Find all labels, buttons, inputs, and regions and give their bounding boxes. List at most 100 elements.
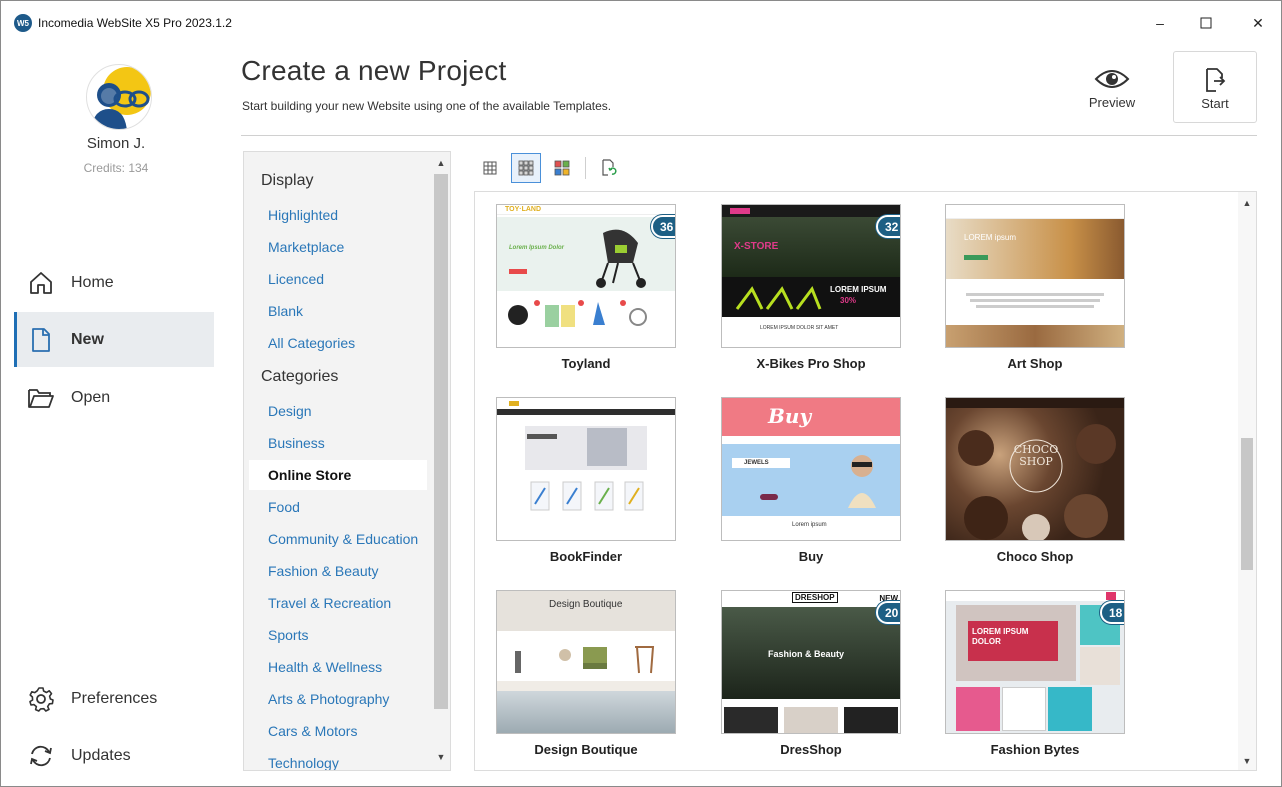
template-card-art-shop[interactable]: LOREM ipsum Art Shop bbox=[945, 204, 1125, 371]
category-panel: Display Highlighted Marketplace Licenced… bbox=[243, 151, 451, 771]
nav-updates-label: Updates bbox=[71, 746, 131, 764]
template-name: Design Boutique bbox=[534, 742, 638, 757]
nav-updates[interactable]: Updates bbox=[14, 728, 214, 783]
credits-badge: 36 Cr bbox=[650, 215, 675, 238]
title-bar: W5 Incomedia WebSite X5 Pro 2023.1.2 – ✕ bbox=[1, 1, 1281, 45]
template-name: Choco Shop bbox=[996, 549, 1074, 564]
close-button[interactable]: ✕ bbox=[1248, 13, 1268, 33]
template-thumbnail: LOREM IPSUM DOLOR 18 Cr bbox=[945, 590, 1125, 734]
category-item-design[interactable]: Design bbox=[249, 396, 427, 426]
start-label: Start bbox=[1201, 96, 1229, 111]
grid-scroll-up-icon[interactable]: ▲ bbox=[1241, 196, 1253, 210]
category-scroll-thumb[interactable] bbox=[434, 174, 448, 709]
preview-button[interactable]: Preview bbox=[1070, 51, 1154, 123]
category-item-online-store[interactable]: Online Store bbox=[249, 460, 427, 490]
category-item-travel-recreation[interactable]: Travel & Recreation bbox=[249, 588, 427, 618]
category-item-fashion-beauty[interactable]: Fashion & Beauty bbox=[249, 556, 427, 586]
template-name: DresShop bbox=[780, 742, 842, 757]
nav-preferences-label: Preferences bbox=[71, 689, 158, 707]
category-item-health-wellness[interactable]: Health & Wellness bbox=[249, 652, 427, 682]
category-item-cars-motors[interactable]: Cars & Motors bbox=[249, 716, 427, 746]
template-card-choco-shop[interactable]: CHOCO SHOP Choco Shop bbox=[945, 397, 1125, 564]
category-item-arts-photography[interactable]: Arts & Photography bbox=[249, 684, 427, 714]
template-card-fashion-bytes[interactable]: LOREM IPSUM DOLOR 18 Cr Fashion Bytes bbox=[945, 590, 1125, 757]
template-card-dresshop[interactable]: DRESHOP NEW Fashion & Beauty 20 Cr DresS… bbox=[721, 590, 901, 757]
template-name: X-Bikes Pro Shop bbox=[756, 356, 866, 371]
grid-scroll-down-icon[interactable]: ▼ bbox=[1241, 754, 1253, 768]
toy-products-image-icon bbox=[508, 300, 647, 327]
chocolates-image-icon bbox=[958, 424, 1116, 540]
scroll-up-icon[interactable]: ▲ bbox=[434, 156, 448, 170]
buy-footer-text: Lorem ipsum bbox=[792, 522, 827, 528]
buy-logo-text: Buy bbox=[768, 404, 812, 428]
buy-label-text: JEWELS bbox=[744, 460, 769, 466]
template-thumbnail: CHOCO SHOP bbox=[945, 397, 1125, 541]
category-item-highlighted[interactable]: Highlighted bbox=[249, 200, 427, 230]
category-item-blank[interactable]: Blank bbox=[249, 296, 427, 326]
template-card-toyland[interactable]: TOY·LAND Lorem Ipsum Dolor 36 Cr Toyland bbox=[496, 204, 676, 371]
template-thumbnail: X-STORE LOREM IPSUM 30% LOREM IPSUM DOLO… bbox=[721, 204, 901, 348]
nav-preferences[interactable]: Preferences bbox=[14, 671, 214, 726]
template-thumbnail bbox=[496, 397, 676, 541]
category-item-licenced[interactable]: Licenced bbox=[249, 264, 427, 294]
template-card-bookfinder[interactable]: BookFinder bbox=[496, 397, 676, 564]
fb-title-text: LOREM IPSUM DOLOR bbox=[972, 627, 1029, 646]
refresh-templates-button[interactable] bbox=[594, 153, 624, 183]
large-grid-view-button[interactable] bbox=[547, 153, 577, 183]
page-subtitle: Start building your new Website using on… bbox=[242, 99, 612, 113]
new-file-icon bbox=[26, 325, 56, 355]
start-button[interactable]: Start bbox=[1173, 51, 1257, 123]
credits-badge: 32 Cr bbox=[875, 215, 900, 238]
dres-logo-text: DRESHOP bbox=[792, 592, 838, 603]
template-card-design-boutique[interactable]: Design Boutique Design Boutique bbox=[496, 590, 676, 757]
category-item-marketplace[interactable]: Marketplace bbox=[249, 232, 427, 262]
small-grid-view-button[interactable] bbox=[475, 153, 505, 183]
template-grid-scrollbar[interactable]: ▲ ▼ bbox=[1238, 192, 1256, 770]
xbikes-hero-text: X-STORE bbox=[734, 241, 779, 252]
template-card-x-bikes-pro-shop[interactable]: X-STORE LOREM IPSUM 30% LOREM IPSUM DOLO… bbox=[721, 204, 901, 371]
nav-home[interactable]: Home bbox=[14, 255, 214, 310]
category-item-technology[interactable]: Technology bbox=[249, 748, 427, 770]
category-item-community-education[interactable]: Community & Education bbox=[249, 524, 427, 554]
eye-icon bbox=[1094, 63, 1130, 95]
minimize-button[interactable]: – bbox=[1150, 13, 1170, 33]
artshop-hero-text: LOREM ipsum bbox=[964, 233, 1017, 242]
template-thumbnail: LOREM ipsum bbox=[945, 204, 1125, 348]
view-toolbar bbox=[475, 151, 630, 185]
category-item-all-categories[interactable]: All Categories bbox=[249, 328, 427, 358]
template-thumbnail: Buy JEWELS Lorem ipsum bbox=[721, 397, 901, 541]
template-name: Buy bbox=[798, 549, 824, 564]
scroll-down-icon[interactable]: ▼ bbox=[434, 750, 448, 764]
folder-open-icon bbox=[26, 383, 56, 413]
category-item-food[interactable]: Food bbox=[249, 492, 427, 522]
category-item-sports[interactable]: Sports bbox=[249, 620, 427, 650]
nav-new[interactable]: New bbox=[14, 312, 214, 367]
start-file-icon bbox=[1204, 64, 1226, 96]
category-scrollbar[interactable]: ▲ ▼ bbox=[430, 152, 448, 770]
refresh-icon bbox=[26, 741, 56, 771]
refresh-doc-icon bbox=[602, 159, 617, 176]
home-icon bbox=[26, 268, 56, 298]
template-thumbnail: DRESHOP NEW Fashion & Beauty 20 Cr bbox=[721, 590, 901, 734]
xbikes-bottom-text: LOREM IPSUM DOLOR SIT AMET bbox=[760, 325, 839, 331]
credits-badge: 18 Cr bbox=[1099, 601, 1124, 624]
maximize-button[interactable] bbox=[1196, 13, 1216, 33]
template-grid: TOY·LAND Lorem Ipsum Dolor 36 Cr Toyland… bbox=[474, 191, 1257, 771]
grid-scroll-thumb[interactable] bbox=[1241, 438, 1253, 570]
template-name: Toyland bbox=[561, 356, 611, 371]
user-avatar[interactable] bbox=[86, 64, 152, 130]
user-name: Simon J. bbox=[86, 135, 146, 152]
app-logo-icon: W5 bbox=[14, 14, 32, 32]
avatar-image-icon bbox=[91, 67, 151, 129]
template-name: Fashion Bytes bbox=[990, 742, 1080, 757]
category-item-business[interactable]: Business bbox=[249, 428, 427, 458]
template-card-buy[interactable]: Buy JEWELS Lorem ipsum Buy bbox=[721, 397, 901, 564]
furniture-image-icon bbox=[515, 646, 655, 674]
stroller-image-icon bbox=[596, 229, 646, 288]
large-grid-icon bbox=[554, 160, 570, 176]
medium-grid-view-button[interactable] bbox=[511, 153, 541, 183]
xbikes-promo-pct: 30% bbox=[840, 296, 857, 305]
small-grid-icon bbox=[483, 161, 497, 175]
nav-open[interactable]: Open bbox=[14, 370, 214, 425]
toolbar-separator bbox=[585, 157, 586, 179]
